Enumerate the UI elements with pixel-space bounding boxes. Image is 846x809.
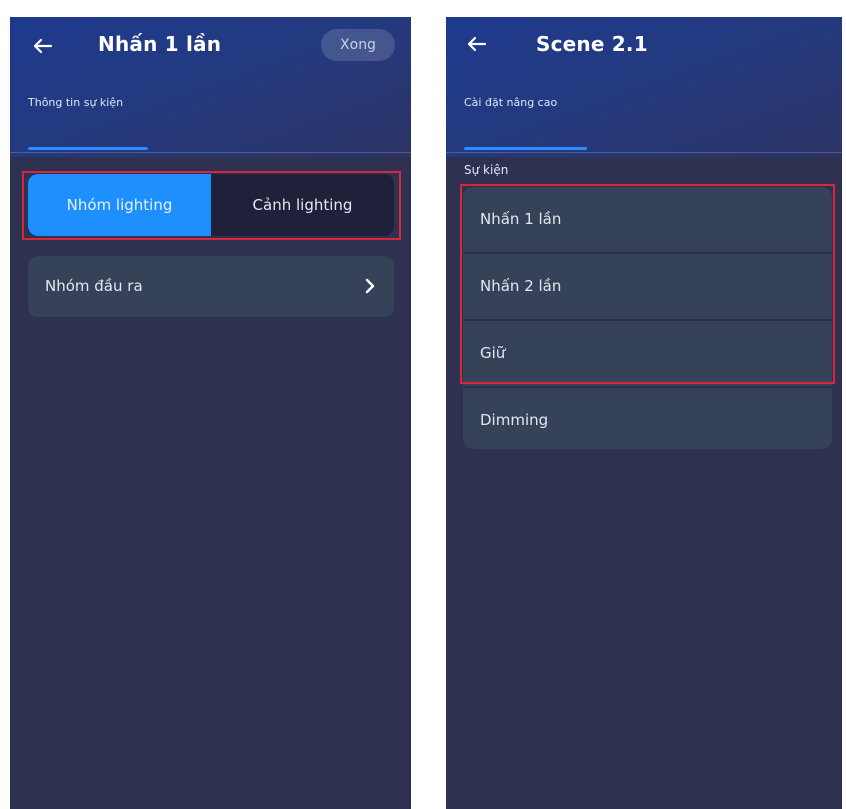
- left-header-divider: [10, 152, 411, 153]
- done-button[interactable]: Xong: [321, 29, 395, 61]
- event-label: Dimming: [480, 411, 549, 429]
- highlight-box: [460, 184, 835, 384]
- highlight-box: [22, 171, 401, 240]
- chevron-right-icon: [360, 276, 380, 296]
- right-phone-screen: Scene 2.1 Cài đặt nâng cao Sự kiện Nhấn …: [446, 17, 842, 809]
- arrow-left-icon: [33, 38, 53, 54]
- page-title: Nhấn 1 lần: [98, 32, 222, 56]
- page-title: Scene 2.1: [536, 32, 648, 56]
- tab-underline: [28, 147, 148, 150]
- tab-advanced-settings[interactable]: Cài đặt nâng cao: [464, 96, 557, 109]
- tab-underline: [464, 147, 587, 150]
- arrow-left-icon: [467, 36, 487, 52]
- right-header-divider: [446, 152, 842, 153]
- tab-event-info[interactable]: Thông tin sự kiện: [28, 96, 123, 109]
- section-label-events: Sự kiện: [464, 163, 509, 177]
- left-phone-screen: Nhấn 1 lần Xong Thông tin sự kiện Nhóm l…: [10, 17, 411, 809]
- back-arrow-icon[interactable]: [30, 33, 56, 59]
- output-group-row[interactable]: Nhóm đầu ra: [28, 256, 394, 317]
- event-item-dimming[interactable]: Dimming: [463, 388, 832, 449]
- output-group-label: Nhóm đầu ra: [45, 277, 143, 295]
- back-arrow-icon[interactable]: [464, 31, 490, 57]
